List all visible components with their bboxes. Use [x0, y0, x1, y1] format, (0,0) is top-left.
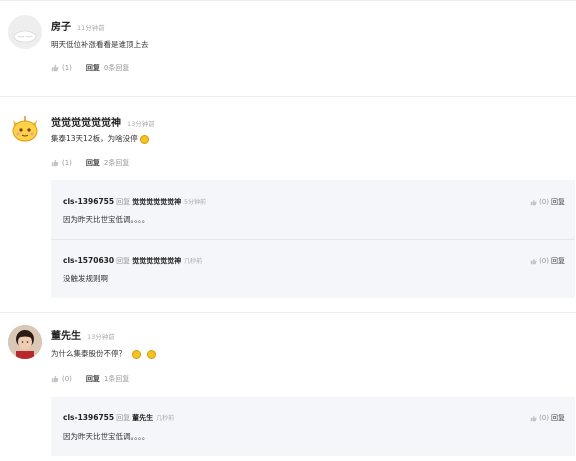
comment-text: 为什么集泰股份不停？ — [51, 348, 156, 359]
like-count[interactable]: (0) — [62, 375, 72, 383]
reply-time: 几秒前 — [156, 415, 175, 422]
comment-time: 13分钟前 — [127, 120, 155, 128]
comment-author[interactable]: 觉觉觉觉觉觉神 13分钟前 — [51, 114, 155, 129]
comment-divider — [0, 312, 576, 313]
reply-actions: (0) 回复 — [530, 197, 565, 207]
smiley-emoji-icon — [146, 349, 156, 359]
reply-item: cls-1570630 回复 觉觉觉觉觉觉神 几秒前 没触发规则啊 (0) 回复 — [51, 239, 575, 298]
comment-text: 集泰13天12板，为啥没停 — [51, 133, 149, 144]
thumbs-up-icon[interactable] — [51, 159, 59, 167]
comment-text-content: 为什么集泰股份不停？ — [51, 349, 126, 358]
reply-actions: (0) 回复 — [530, 256, 565, 266]
reply-verb: 回复 — [116, 198, 131, 206]
like-count[interactable]: (1) — [62, 159, 72, 167]
comment-author[interactable]: 房子 11分钟前 — [51, 18, 105, 33]
reply-verb: 回复 — [116, 414, 131, 422]
avatar[interactable] — [8, 15, 42, 49]
reply-count-link[interactable]: 1条回复 — [104, 375, 129, 383]
reply-list: cls-1396755 回复 董先生 几秒前 因为昨天比世宝低调。。。。 (0) 回复 — [51, 397, 575, 456]
author-name[interactable]: 董先生 — [51, 331, 81, 342]
author-name[interactable]: 觉觉觉觉觉觉神 — [51, 118, 121, 129]
comment-author[interactable]: 董先生 13分钟前 — [51, 327, 115, 342]
like-count[interactable]: (1) — [62, 64, 72, 72]
reply-button[interactable]: 回复 — [86, 64, 100, 72]
comment-actions: (1) 回复 0条回复 — [51, 63, 129, 73]
reply-target[interactable]: 觉觉觉觉觉觉神 — [132, 257, 181, 265]
thumbs-up-icon[interactable] — [530, 415, 537, 422]
reply-author[interactable]: cls-1570630 — [63, 256, 114, 265]
reply-button[interactable]: 回复 — [86, 159, 100, 167]
comment-time: 13分钟前 — [87, 333, 115, 341]
smiley-emoji-icon — [132, 349, 142, 359]
reply-reply-button[interactable]: 回复 — [551, 414, 565, 422]
comment-actions: (1) 回复 2条回复 — [51, 158, 129, 168]
author-name[interactable]: 房子 — [51, 22, 71, 33]
comment-divider — [0, 96, 576, 97]
cartoon-cat-avatar-icon — [12, 116, 38, 142]
reply-text: 没触发规则啊 — [63, 274, 108, 283]
reply-count-link[interactable]: 2条回复 — [104, 159, 129, 167]
default-avatar-icon — [8, 15, 42, 49]
reply-count-link[interactable]: 0条回复 — [104, 64, 129, 72]
child-photo-avatar-icon — [8, 325, 42, 359]
reply-time: 几秒前 — [184, 258, 203, 265]
reply-author[interactable]: cls-1396755 — [63, 413, 114, 422]
thumbs-up-icon[interactable] — [51, 375, 59, 383]
reply-target[interactable]: 觉觉觉觉觉觉神 — [132, 198, 181, 206]
reply-time: 5分钟前 — [184, 199, 206, 206]
reply-reply-button[interactable]: 回复 — [551, 257, 565, 265]
reply-like-count[interactable]: (0) — [539, 198, 549, 206]
top-divider — [0, 0, 576, 1]
comment-text: 明天低位补涨看看是谁顶上去 — [51, 40, 149, 49]
reply-item: cls-1396755 回复 董先生 几秒前 因为昨天比世宝低调。。。。 (0) 回复 — [51, 397, 575, 456]
reply-actions: (0) 回复 — [530, 413, 565, 423]
thumbs-up-icon[interactable] — [530, 258, 537, 265]
thumbs-up-icon[interactable] — [51, 64, 59, 72]
reply-like-count[interactable]: (0) — [539, 414, 549, 422]
avatar[interactable] — [8, 112, 42, 146]
reply-text: 因为昨天比世宝低调。。。。 — [63, 432, 150, 441]
reply-header: cls-1570630 回复 觉觉觉觉觉觉神 几秒前 — [63, 256, 202, 266]
reply-list: cls-1396755 回复 觉觉觉觉觉觉神 5分钟前 因为昨天比世宝低调。。。。 (… — [51, 180, 575, 298]
reply-reply-button[interactable]: 回复 — [551, 198, 565, 206]
thumbs-up-icon[interactable] — [530, 199, 537, 206]
reply-like-count[interactable]: (0) — [539, 257, 549, 265]
smiley-emoji-icon — [139, 134, 149, 144]
reply-header: cls-1396755 回复 董先生 几秒前 — [63, 413, 174, 423]
comment-time: 11分钟前 — [77, 24, 105, 32]
reply-item: cls-1396755 回复 觉觉觉觉觉觉神 5分钟前 因为昨天比世宝低调。。。。 (… — [51, 180, 575, 239]
comment-actions: (0) 回复 1条回复 — [51, 374, 129, 384]
reply-verb: 回复 — [116, 257, 131, 265]
reply-author[interactable]: cls-1396755 — [63, 197, 114, 206]
reply-button[interactable]: 回复 — [86, 375, 100, 383]
reply-target[interactable]: 董先生 — [132, 414, 153, 422]
reply-text: 因为昨天比世宝低调。。。。 — [63, 215, 150, 224]
reply-header: cls-1396755 回复 觉觉觉觉觉觉神 5分钟前 — [63, 197, 206, 207]
comment-text-content: 集泰13天12板，为啥没停 — [51, 134, 138, 143]
avatar[interactable] — [8, 325, 42, 359]
